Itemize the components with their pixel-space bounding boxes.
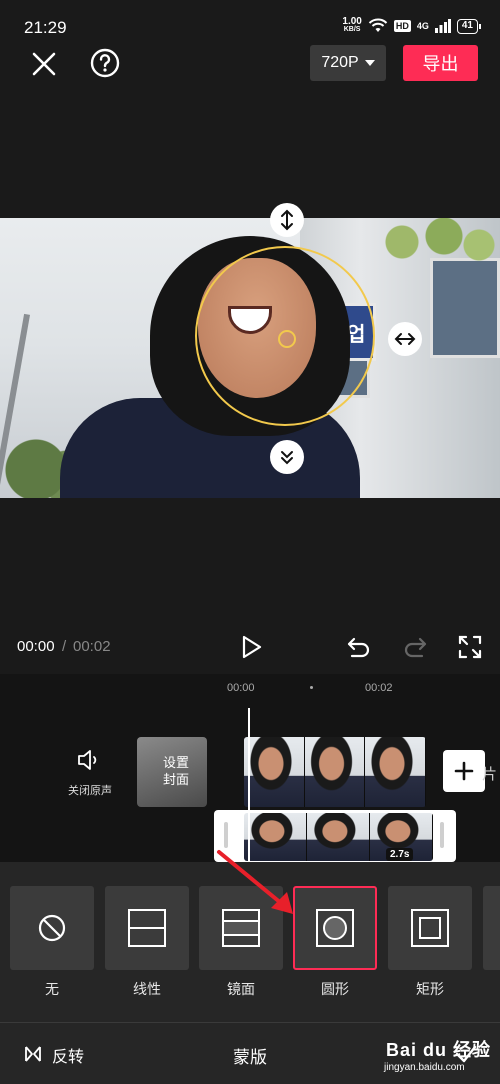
status-icons: 1.00 KB/S HD 4G 41 xyxy=(342,16,482,34)
ruler-label: 00:00 xyxy=(227,682,255,694)
undo-icon[interactable] xyxy=(346,634,372,660)
mask-option-none[interactable] xyxy=(10,886,94,970)
clip-frame xyxy=(244,737,305,807)
clip-right-handle[interactable] xyxy=(440,822,444,848)
network-speed: 1.00 KB/S xyxy=(342,16,362,34)
feather-handle[interactable] xyxy=(270,440,304,474)
clip-frame xyxy=(304,737,366,807)
set-cover-label: 设置 封面 xyxy=(162,756,189,788)
signal-icon xyxy=(434,19,451,33)
mask-option-label: 圆形 xyxy=(321,982,349,998)
mask-option-label: 线性 xyxy=(133,982,161,998)
redo-icon[interactable] xyxy=(402,634,428,660)
network-speed-value: 1.00 xyxy=(342,16,362,27)
play-icon[interactable] xyxy=(238,634,264,660)
double-chevron-down-icon xyxy=(281,451,293,465)
network-speed-unit: KB/S xyxy=(343,26,361,33)
clip-left-handle[interactable] xyxy=(224,822,228,848)
linear-icon xyxy=(128,909,166,947)
resolution-label: 720P xyxy=(321,54,359,71)
status-bar: 21:29 1.00 KB/S HD 4G 41 xyxy=(0,0,500,40)
video-preview[interactable]: 실업 xyxy=(0,218,500,498)
timeline[interactable]: 00:00 00:02 关闭原声 设置 封面 2.7s xyxy=(0,674,500,864)
mask-option-rectangle[interactable] xyxy=(388,886,472,970)
preview-foliage xyxy=(360,218,500,278)
close-icon[interactable] xyxy=(28,48,60,80)
video-clip-track[interactable] xyxy=(244,737,426,807)
horizontal-resize-handle[interactable] xyxy=(388,322,422,356)
annotation-arrow-icon xyxy=(217,850,293,914)
clip-frame xyxy=(307,813,370,861)
mute-original-sound-label[interactable]: 关闭原声 xyxy=(60,782,120,798)
clip-duration-badge: 2.7s xyxy=(386,848,414,861)
resolution-dropdown[interactable]: 720P xyxy=(310,45,386,81)
mask-option-label: 无 xyxy=(45,982,59,998)
battery-icon: 41 xyxy=(456,18,482,34)
watermark: Bai du 经验 jingyan.baidu.com xyxy=(380,1030,500,1084)
horizontal-arrows-icon xyxy=(394,333,416,345)
speaker-icon[interactable] xyxy=(76,748,102,772)
mask-option-label: 矩形 xyxy=(416,982,444,998)
set-cover-button[interactable]: 设置 封面 xyxy=(137,737,207,807)
help-icon[interactable] xyxy=(89,47,121,79)
watermark-brand: Bai du 经验 xyxy=(386,1040,492,1060)
circle-icon xyxy=(316,909,354,947)
mask-option-more[interactable] xyxy=(483,886,500,970)
mask-option-circle[interactable] xyxy=(293,886,377,970)
hd-badge: HD xyxy=(393,20,411,32)
invert-button[interactable]: 反转 xyxy=(52,1043,84,1067)
total-time: 00:02 xyxy=(73,638,111,655)
fullscreen-icon[interactable] xyxy=(457,634,483,660)
rectangle-icon xyxy=(411,909,449,947)
clip-frame xyxy=(365,737,426,807)
plus-icon xyxy=(454,761,474,781)
add-clip-tail-label: 片 xyxy=(482,765,498,783)
caret-down-icon xyxy=(364,60,375,66)
ruler-dot xyxy=(310,686,313,689)
vertical-arrows-icon xyxy=(281,209,293,231)
mask-option-label: 镜面 xyxy=(227,982,255,998)
panel-title: 蒙版 xyxy=(233,1048,267,1068)
wifi-icon xyxy=(368,18,388,32)
network-type-label: 4G xyxy=(416,21,429,31)
add-clip-button[interactable] xyxy=(443,750,485,792)
current-time: 00:00 xyxy=(17,638,55,655)
export-button[interactable]: 导出 xyxy=(403,45,478,81)
playhead[interactable] xyxy=(248,708,250,864)
time-separator: / xyxy=(62,638,67,655)
mask-option-linear[interactable] xyxy=(105,886,189,970)
playback-controls: 00:00 / 00:02 xyxy=(0,626,500,666)
watermark-url: jingyan.baidu.com xyxy=(384,1062,465,1073)
vertical-resize-handle[interactable] xyxy=(270,203,304,237)
mask-center-handle[interactable] xyxy=(278,330,296,348)
ruler-label: 00:02 xyxy=(365,682,393,694)
none-icon xyxy=(38,914,66,942)
status-time: 21:29 xyxy=(24,18,67,37)
invert-icon[interactable] xyxy=(24,1045,42,1063)
